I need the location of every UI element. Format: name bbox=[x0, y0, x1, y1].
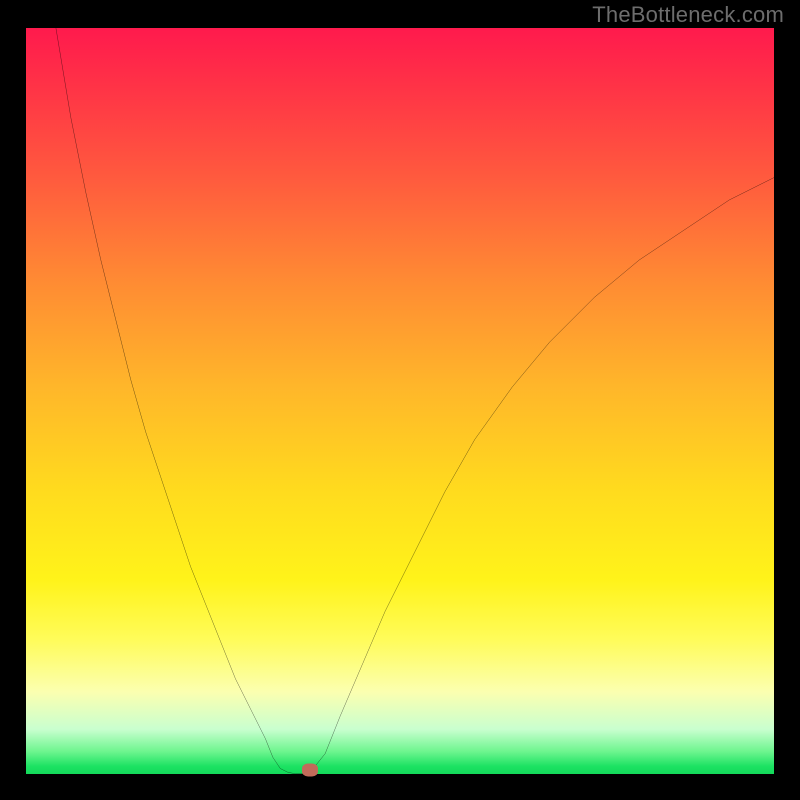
watermark-text: TheBottleneck.com bbox=[592, 2, 784, 28]
chart-frame: TheBottleneck.com bbox=[0, 0, 800, 800]
bottleneck-curve-path bbox=[56, 28, 774, 774]
minimum-marker bbox=[302, 764, 318, 777]
plot-area bbox=[26, 28, 774, 774]
curve-svg bbox=[26, 28, 774, 776]
